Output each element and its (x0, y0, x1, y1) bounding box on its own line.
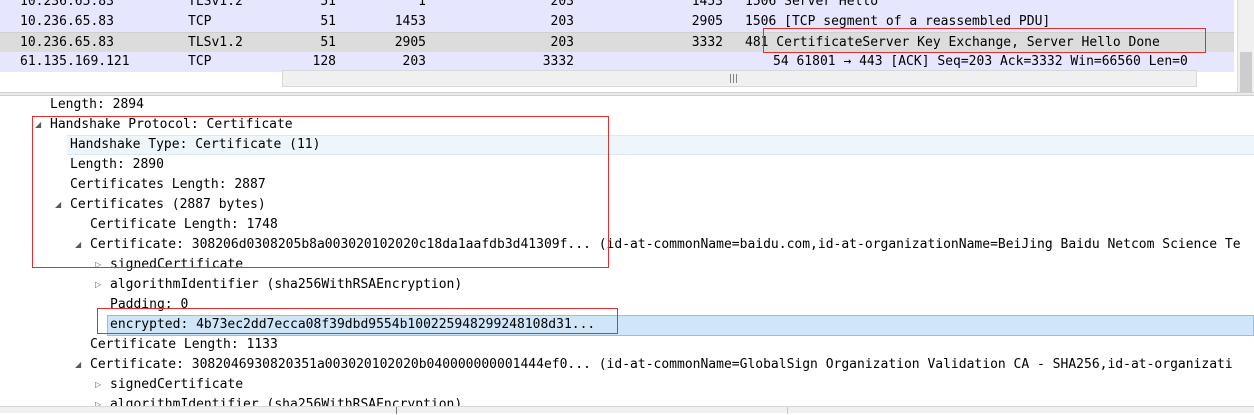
packet-src-port: 128 (312, 54, 336, 69)
packet-next-seq: 3332 (691, 35, 723, 50)
tree-item-signed-certificate[interactable]: signedCertificate (110, 255, 243, 275)
packet-seq: 1453 (394, 14, 426, 29)
packet-protocol: TLSv1.2 (188, 0, 243, 9)
packet-source: 61.135.169.121 (20, 54, 130, 69)
packet-info: 54 61801 → 443 [ACK] Seq=203 Ack=3332 Wi… (773, 54, 1188, 69)
packet-ack: 203 (550, 35, 574, 50)
packet-src-port: 51 (320, 0, 336, 9)
packet-ack: 203 (550, 14, 574, 29)
packet-ack: 3332 (542, 54, 574, 69)
packet-seq: 2905 (394, 35, 426, 50)
packet-info: 1506 Server Hello (745, 0, 879, 9)
packet-protocol: TLSv1.2 (188, 35, 243, 50)
tree-item-handshake-type[interactable]: Handshake Type: Certificate (11) (70, 135, 320, 155)
expanded-triangle-icon[interactable]: ◢ (75, 235, 85, 255)
detail-horizontal-scrollbar[interactable] (0, 406, 1254, 414)
packet-info: 481 CertificateServer Key Exchange, Serv… (745, 35, 1160, 50)
tree-item-certificate-2[interactable]: Certificate: 3082046930820351a0030201020… (90, 355, 1233, 375)
collapsed-triangle-icon[interactable]: ▷ (95, 255, 105, 275)
tree-item-signed-certificate-2[interactable]: signedCertificate (110, 375, 243, 395)
tree-item-certificates-length[interactable]: Certificates Length: 2887 (70, 175, 266, 195)
tree-item-handshake-protocol[interactable]: Handshake Protocol: Certificate (50, 115, 293, 135)
tree-item-cert2-length[interactable]: Certificate Length: 1133 (90, 335, 278, 355)
packet-list-horizontal-scrollbar[interactable]: ||| (282, 70, 1197, 87)
tree-item-algorithm-identifier[interactable]: algorithmIdentifier (sha256WithRSAEncryp… (110, 275, 462, 295)
tree-item-certificate-1[interactable]: Certificate: 308206d0308205b8a0030201020… (90, 235, 1241, 255)
packet-src-port: 51 (320, 35, 336, 50)
packet-seq: 203 (402, 54, 426, 69)
packet-source: 10.236.65.83 (20, 14, 114, 29)
tree-item-certificates[interactable]: Certificates (2887 bytes) (70, 195, 266, 215)
packet-row-selected[interactable]: 10.236.65.83 TLSv1.2 51 2905 203 3332 48… (0, 32, 1234, 53)
tree-item-encrypted[interactable]: encrypted: 4b73ec2dd7ecca08f39dbd9554b10… (110, 315, 595, 335)
packet-next-seq: 1453 (691, 0, 723, 9)
expanded-triangle-icon[interactable]: ◢ (55, 195, 65, 215)
expanded-triangle-icon[interactable]: ◢ (75, 355, 85, 375)
packet-row[interactable]: 61.135.169.121 TCP 128 203 3332 54 61801… (0, 52, 1234, 72)
packet-detail-tree[interactable]: Length: 2894 ◢ Handshake Protocol: Certi… (0, 95, 1254, 412)
packet-row[interactable]: 10.236.65.83 TCP 51 1453 203 2905 1506 [… (0, 12, 1234, 32)
packet-next-seq: 2905 (691, 14, 723, 29)
packet-source: 10.236.65.83 (20, 0, 114, 9)
packet-ack: 203 (550, 0, 574, 9)
scrollbar-thumb[interactable] (1240, 52, 1252, 92)
packet-protocol: TCP (188, 54, 212, 69)
collapsed-triangle-icon[interactable]: ▷ (95, 375, 105, 395)
packet-list-vertical-scrollbar[interactable] (1237, 0, 1254, 92)
packet-info: 1506 [TCP segment of a reassembled PDU] (745, 14, 1051, 29)
packet-src-port: 51 (320, 14, 336, 29)
tree-item-cert1-length[interactable]: Certificate Length: 1748 (90, 215, 278, 235)
packet-list-pane[interactable]: 10.236.65.83 TLSv1.2 51 1 203 1453 1506 … (0, 0, 1254, 92)
packet-row[interactable]: 10.236.65.83 TLSv1.2 51 1 203 1453 1506 … (0, 0, 1234, 12)
tree-item-hs-length[interactable]: Length: 2890 (70, 155, 164, 175)
packet-seq: 1 (418, 0, 426, 9)
collapsed-triangle-icon[interactable]: ▷ (95, 275, 105, 295)
scrollbar-grip-icon: ||| (729, 74, 739, 84)
packet-source: 10.236.65.83 (20, 35, 114, 50)
tree-item-length[interactable]: Length: 2894 (50, 95, 144, 115)
packet-protocol: TCP (188, 14, 212, 29)
expanded-triangle-icon[interactable]: ◢ (35, 115, 45, 135)
tree-item-padding[interactable]: Padding: 0 (110, 295, 188, 315)
